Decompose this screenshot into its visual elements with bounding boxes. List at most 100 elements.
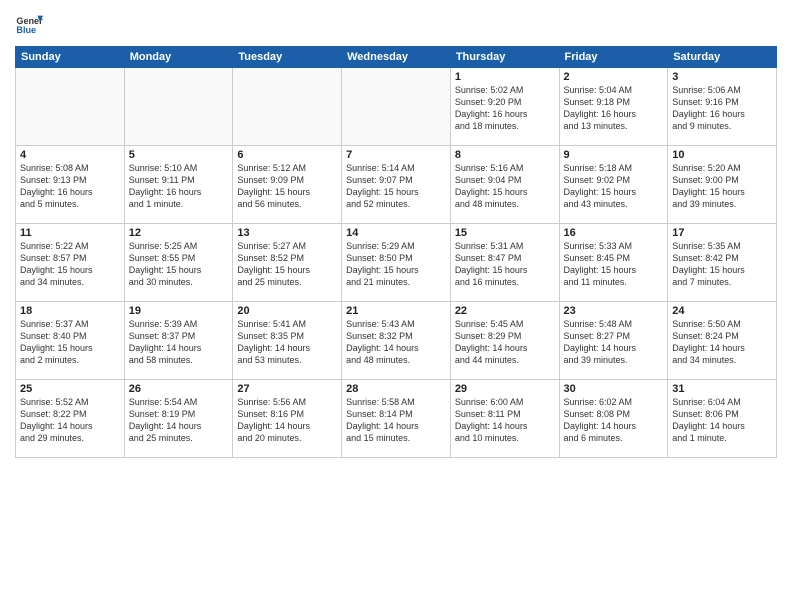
day-number: 11: [20, 227, 120, 239]
day-number: 23: [564, 305, 664, 317]
logo: General Blue: [15, 10, 47, 38]
day-info: Sunrise: 5:08 AM Sunset: 9:13 PM Dayligh…: [20, 162, 120, 211]
day-info: Sunrise: 5:41 AM Sunset: 8:35 PM Dayligh…: [237, 318, 337, 367]
day-number: 9: [564, 149, 664, 161]
day-cell: 22Sunrise: 5:45 AM Sunset: 8:29 PM Dayli…: [450, 302, 559, 380]
day-info: Sunrise: 5:29 AM Sunset: 8:50 PM Dayligh…: [346, 240, 446, 289]
weekday-friday: Friday: [559, 47, 668, 68]
day-cell: 21Sunrise: 5:43 AM Sunset: 8:32 PM Dayli…: [342, 302, 451, 380]
week-row-1: 1Sunrise: 5:02 AM Sunset: 9:20 PM Daylig…: [16, 68, 777, 146]
day-info: Sunrise: 5:14 AM Sunset: 9:07 PM Dayligh…: [346, 162, 446, 211]
day-cell: 19Sunrise: 5:39 AM Sunset: 8:37 PM Dayli…: [124, 302, 233, 380]
day-info: Sunrise: 5:25 AM Sunset: 8:55 PM Dayligh…: [129, 240, 229, 289]
day-info: Sunrise: 5:04 AM Sunset: 9:18 PM Dayligh…: [564, 84, 664, 133]
day-cell: 9Sunrise: 5:18 AM Sunset: 9:02 PM Daylig…: [559, 146, 668, 224]
day-cell: 1Sunrise: 5:02 AM Sunset: 9:20 PM Daylig…: [450, 68, 559, 146]
day-number: 17: [672, 227, 772, 239]
day-number: 26: [129, 383, 229, 395]
day-info: Sunrise: 5:35 AM Sunset: 8:42 PM Dayligh…: [672, 240, 772, 289]
day-info: Sunrise: 6:04 AM Sunset: 8:06 PM Dayligh…: [672, 396, 772, 445]
day-number: 5: [129, 149, 229, 161]
day-info: Sunrise: 5:16 AM Sunset: 9:04 PM Dayligh…: [455, 162, 555, 211]
week-row-3: 11Sunrise: 5:22 AM Sunset: 8:57 PM Dayli…: [16, 224, 777, 302]
week-row-5: 25Sunrise: 5:52 AM Sunset: 8:22 PM Dayli…: [16, 380, 777, 458]
day-cell: 26Sunrise: 5:54 AM Sunset: 8:19 PM Dayli…: [124, 380, 233, 458]
weekday-tuesday: Tuesday: [233, 47, 342, 68]
day-number: 20: [237, 305, 337, 317]
day-cell: 8Sunrise: 5:16 AM Sunset: 9:04 PM Daylig…: [450, 146, 559, 224]
day-number: 2: [564, 71, 664, 83]
day-cell: 15Sunrise: 5:31 AM Sunset: 8:47 PM Dayli…: [450, 224, 559, 302]
day-cell: 12Sunrise: 5:25 AM Sunset: 8:55 PM Dayli…: [124, 224, 233, 302]
day-cell: [16, 68, 125, 146]
day-info: Sunrise: 5:43 AM Sunset: 8:32 PM Dayligh…: [346, 318, 446, 367]
day-number: 30: [564, 383, 664, 395]
day-number: 3: [672, 71, 772, 83]
calendar-page: General Blue SundayMondayTuesdayWednesda…: [0, 0, 792, 612]
day-number: 13: [237, 227, 337, 239]
day-number: 16: [564, 227, 664, 239]
day-number: 24: [672, 305, 772, 317]
day-cell: 25Sunrise: 5:52 AM Sunset: 8:22 PM Dayli…: [16, 380, 125, 458]
day-cell: 16Sunrise: 5:33 AM Sunset: 8:45 PM Dayli…: [559, 224, 668, 302]
day-cell: 23Sunrise: 5:48 AM Sunset: 8:27 PM Dayli…: [559, 302, 668, 380]
weekday-sunday: Sunday: [16, 47, 125, 68]
day-number: 1: [455, 71, 555, 83]
day-info: Sunrise: 5:54 AM Sunset: 8:19 PM Dayligh…: [129, 396, 229, 445]
day-number: 29: [455, 383, 555, 395]
day-info: Sunrise: 5:06 AM Sunset: 9:16 PM Dayligh…: [672, 84, 772, 133]
day-cell: [124, 68, 233, 146]
day-number: 27: [237, 383, 337, 395]
day-info: Sunrise: 5:31 AM Sunset: 8:47 PM Dayligh…: [455, 240, 555, 289]
day-info: Sunrise: 5:37 AM Sunset: 8:40 PM Dayligh…: [20, 318, 120, 367]
day-number: 6: [237, 149, 337, 161]
weekday-monday: Monday: [124, 47, 233, 68]
day-number: 8: [455, 149, 555, 161]
day-number: 19: [129, 305, 229, 317]
day-info: Sunrise: 5:02 AM Sunset: 9:20 PM Dayligh…: [455, 84, 555, 133]
day-number: 12: [129, 227, 229, 239]
day-cell: 11Sunrise: 5:22 AM Sunset: 8:57 PM Dayli…: [16, 224, 125, 302]
weekday-thursday: Thursday: [450, 47, 559, 68]
week-row-2: 4Sunrise: 5:08 AM Sunset: 9:13 PM Daylig…: [16, 146, 777, 224]
weekday-wednesday: Wednesday: [342, 47, 451, 68]
day-info: Sunrise: 5:22 AM Sunset: 8:57 PM Dayligh…: [20, 240, 120, 289]
day-cell: 28Sunrise: 5:58 AM Sunset: 8:14 PM Dayli…: [342, 380, 451, 458]
weekday-header-row: SundayMondayTuesdayWednesdayThursdayFrid…: [16, 47, 777, 68]
weekday-saturday: Saturday: [668, 47, 777, 68]
day-info: Sunrise: 5:20 AM Sunset: 9:00 PM Dayligh…: [672, 162, 772, 211]
logo-icon: General Blue: [15, 10, 43, 38]
day-info: Sunrise: 5:27 AM Sunset: 8:52 PM Dayligh…: [237, 240, 337, 289]
day-info: Sunrise: 5:33 AM Sunset: 8:45 PM Dayligh…: [564, 240, 664, 289]
day-info: Sunrise: 5:18 AM Sunset: 9:02 PM Dayligh…: [564, 162, 664, 211]
day-cell: 4Sunrise: 5:08 AM Sunset: 9:13 PM Daylig…: [16, 146, 125, 224]
day-cell: 7Sunrise: 5:14 AM Sunset: 9:07 PM Daylig…: [342, 146, 451, 224]
day-info: Sunrise: 5:39 AM Sunset: 8:37 PM Dayligh…: [129, 318, 229, 367]
day-cell: 18Sunrise: 5:37 AM Sunset: 8:40 PM Dayli…: [16, 302, 125, 380]
day-number: 4: [20, 149, 120, 161]
day-cell: 2Sunrise: 5:04 AM Sunset: 9:18 PM Daylig…: [559, 68, 668, 146]
day-cell: 13Sunrise: 5:27 AM Sunset: 8:52 PM Dayli…: [233, 224, 342, 302]
day-cell: [233, 68, 342, 146]
day-cell: 30Sunrise: 6:02 AM Sunset: 8:08 PM Dayli…: [559, 380, 668, 458]
day-info: Sunrise: 5:58 AM Sunset: 8:14 PM Dayligh…: [346, 396, 446, 445]
day-number: 18: [20, 305, 120, 317]
svg-text:Blue: Blue: [16, 25, 36, 35]
calendar-table: SundayMondayTuesdayWednesdayThursdayFrid…: [15, 46, 777, 458]
day-cell: 17Sunrise: 5:35 AM Sunset: 8:42 PM Dayli…: [668, 224, 777, 302]
day-cell: 20Sunrise: 5:41 AM Sunset: 8:35 PM Dayli…: [233, 302, 342, 380]
day-number: 25: [20, 383, 120, 395]
day-info: Sunrise: 6:02 AM Sunset: 8:08 PM Dayligh…: [564, 396, 664, 445]
day-cell: 6Sunrise: 5:12 AM Sunset: 9:09 PM Daylig…: [233, 146, 342, 224]
day-info: Sunrise: 5:10 AM Sunset: 9:11 PM Dayligh…: [129, 162, 229, 211]
day-info: Sunrise: 5:12 AM Sunset: 9:09 PM Dayligh…: [237, 162, 337, 211]
day-cell: 31Sunrise: 6:04 AM Sunset: 8:06 PM Dayli…: [668, 380, 777, 458]
day-info: Sunrise: 6:00 AM Sunset: 8:11 PM Dayligh…: [455, 396, 555, 445]
day-number: 21: [346, 305, 446, 317]
day-info: Sunrise: 5:45 AM Sunset: 8:29 PM Dayligh…: [455, 318, 555, 367]
day-number: 22: [455, 305, 555, 317]
day-number: 7: [346, 149, 446, 161]
day-info: Sunrise: 5:50 AM Sunset: 8:24 PM Dayligh…: [672, 318, 772, 367]
day-cell: 3Sunrise: 5:06 AM Sunset: 9:16 PM Daylig…: [668, 68, 777, 146]
day-cell: [342, 68, 451, 146]
